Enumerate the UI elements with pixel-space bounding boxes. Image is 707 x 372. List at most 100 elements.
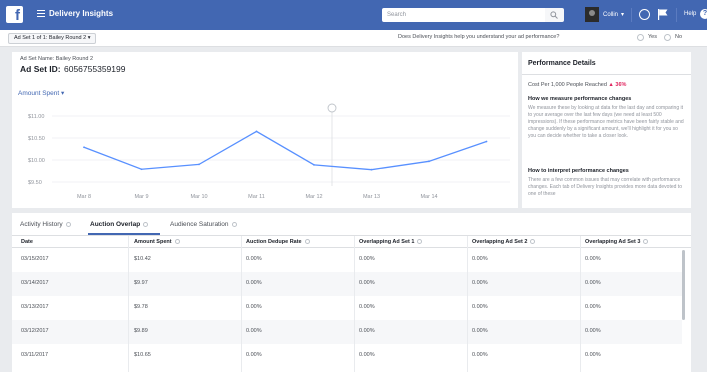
topbar-divider: [676, 8, 677, 22]
flag-icon[interactable]: [658, 9, 668, 20]
tab-label: Audience Saturation: [170, 221, 229, 228]
data-point: [255, 130, 258, 133]
table-row[interactable]: 03/15/2017 $10.42 0.00% 0.00% 0.00% 0.00…: [12, 248, 682, 272]
metric-dropdown[interactable]: Amount Spent ▾: [18, 89, 64, 97]
table-row[interactable]: 03/14/2017 $9.97 0.00% 0.00% 0.00% 0.00%: [12, 272, 682, 296]
help-link[interactable]: Help: [684, 11, 696, 17]
cell-overlap-3: 0.00%: [585, 280, 601, 286]
user-name: Collin: [603, 12, 619, 18]
cell-overlap-1: 0.00%: [359, 328, 375, 334]
column-divider: [354, 236, 355, 372]
info-icon[interactable]: [530, 239, 536, 245]
hover-marker-handle: [327, 103, 337, 113]
data-point: [198, 163, 200, 166]
adset-id-value: 6056755359199: [64, 64, 126, 74]
cell-overlap-3: 0.00%: [585, 256, 601, 262]
tab-activity-history[interactable]: Activity History: [20, 221, 71, 228]
data-point: [140, 168, 143, 171]
info-icon[interactable]: [143, 221, 149, 227]
info-icon[interactable]: [231, 221, 237, 227]
column-divider: [580, 236, 581, 372]
table-row[interactable]: 03/11/2017 $10.65 0.00% 0.00% 0.00% 0.00…: [12, 344, 682, 368]
globe-icon[interactable]: [639, 9, 650, 20]
adset-selector[interactable]: Ad Set 1 of 1: Bailey Round 2 ▾: [8, 33, 97, 44]
no-radio[interactable]: [664, 34, 671, 41]
y-tick-label: $11.00: [28, 114, 44, 120]
cost-metric: Cost Per 1,000 People Reached ▲ 36%: [528, 82, 626, 88]
header-overlapping-ad-set-2[interactable]: Overlapping Ad Set 2: [472, 236, 536, 248]
cell-overlap-1: 0.00%: [359, 256, 375, 262]
chevron-down-icon: ▾: [621, 12, 625, 18]
header-label: Auction Dedupe Rate: [246, 239, 302, 245]
cell-date: 03/13/2017: [21, 304, 49, 310]
search-input[interactable]: Search: [382, 8, 545, 22]
table-row[interactable]: 03/12/2017 $9.89 0.00% 0.00% 0.00% 0.00%: [12, 320, 682, 344]
tab-label: Auction Overlap: [90, 221, 141, 228]
x-tick-label: Mar 12: [305, 194, 322, 200]
cell-dedupe-rate: 0.00%: [246, 256, 262, 262]
info-icon[interactable]: [174, 239, 180, 245]
cell-overlap-1: 0.00%: [359, 280, 375, 286]
user-menu[interactable]: Collin ▾: [603, 11, 624, 18]
x-tick-label: Mar 8: [77, 194, 91, 200]
tab-auction-overlap[interactable]: Auction Overlap: [90, 221, 149, 228]
facebook-logo-icon[interactable]: f: [6, 6, 23, 23]
adset-selector-label: Ad Set 1 of 1: Bailey Round 2: [14, 35, 87, 41]
cell-date: 03/15/2017: [21, 256, 49, 262]
chevron-down-icon: ▾: [87, 35, 91, 41]
measure-text: We measure these by looking at data for …: [528, 105, 684, 139]
header-overlapping-ad-set-1[interactable]: Overlapping Ad Set 1: [359, 236, 423, 248]
interpret-text: There are a few common issues that may c…: [528, 177, 682, 197]
header-label: Overlapping Ad Set 1: [359, 239, 415, 245]
help-icon[interactable]: ?: [700, 9, 707, 19]
cell-date: 03/12/2017: [21, 328, 49, 334]
topbar-divider: [631, 8, 632, 22]
data-point: [428, 160, 430, 163]
table-scrollbar[interactable]: [682, 250, 685, 320]
avatar[interactable]: [585, 7, 599, 22]
feedback-question: Does Delivery Insights help you understa…: [398, 34, 560, 40]
column-divider: [128, 236, 129, 372]
info-icon[interactable]: [417, 239, 423, 245]
divider: [522, 74, 691, 75]
cell-dedupe-rate: 0.00%: [246, 304, 262, 310]
yes-radio[interactable]: [637, 34, 644, 41]
x-tick-label: Mar 9: [134, 194, 148, 200]
header-overlapping-ad-set-3[interactable]: Overlapping Ad Set 3: [585, 236, 649, 248]
tab-audience-saturation[interactable]: Audience Saturation: [170, 221, 237, 228]
info-icon[interactable]: [643, 239, 649, 245]
info-icon[interactable]: [304, 239, 310, 245]
search-button[interactable]: [545, 8, 564, 22]
data-point: [313, 163, 315, 166]
header-date[interactable]: Date: [21, 236, 33, 248]
x-tick-label: Mar 14: [420, 194, 437, 200]
table-row[interactable]: 03/13/2017 $9.78 0.00% 0.00% 0.00% 0.00%: [12, 296, 682, 320]
header-label: Date: [21, 239, 33, 245]
data-point: [370, 168, 373, 171]
subheader: Ad Set 1 of 1: Bailey Round 2 ▾ Does Del…: [0, 30, 707, 47]
overlap-table: Date Amount Spent Auction Dedupe Rate Ov…: [12, 236, 691, 372]
top-bar: f Delivery Insights Search Collin ▾ Help …: [0, 0, 707, 30]
header-label: Overlapping Ad Set 2: [472, 239, 528, 245]
tab-bar: Activity History Auction Overlap Audienc…: [12, 213, 691, 236]
yes-label: Yes: [648, 34, 657, 40]
header-label: Amount Spent: [134, 239, 172, 245]
x-tick-label: Mar 10: [190, 194, 207, 200]
menu-icon[interactable]: [37, 10, 45, 18]
cell-amount-spent: $9.89: [134, 328, 148, 334]
info-icon[interactable]: [65, 221, 71, 227]
cell-overlap-1: 0.00%: [359, 304, 375, 310]
no-label: No: [675, 34, 683, 40]
cell-overlap-1: 0.00%: [359, 352, 375, 358]
cell-overlap-3: 0.00%: [585, 352, 601, 358]
x-tick-label: Mar 11: [248, 194, 265, 200]
header-auction-dedupe-rate[interactable]: Auction Dedupe Rate: [246, 236, 310, 248]
cost-change-value: 36%: [615, 82, 627, 88]
header-amount-spent[interactable]: Amount Spent: [134, 236, 180, 248]
header-label: Overlapping Ad Set 3: [585, 239, 641, 245]
y-tick-label: $9.50: [28, 180, 42, 186]
y-tick-label: $10.50: [28, 136, 45, 142]
search-icon: [550, 11, 558, 19]
cell-amount-spent: $9.97: [134, 280, 148, 286]
chevron-down-icon: ▾: [61, 90, 65, 97]
